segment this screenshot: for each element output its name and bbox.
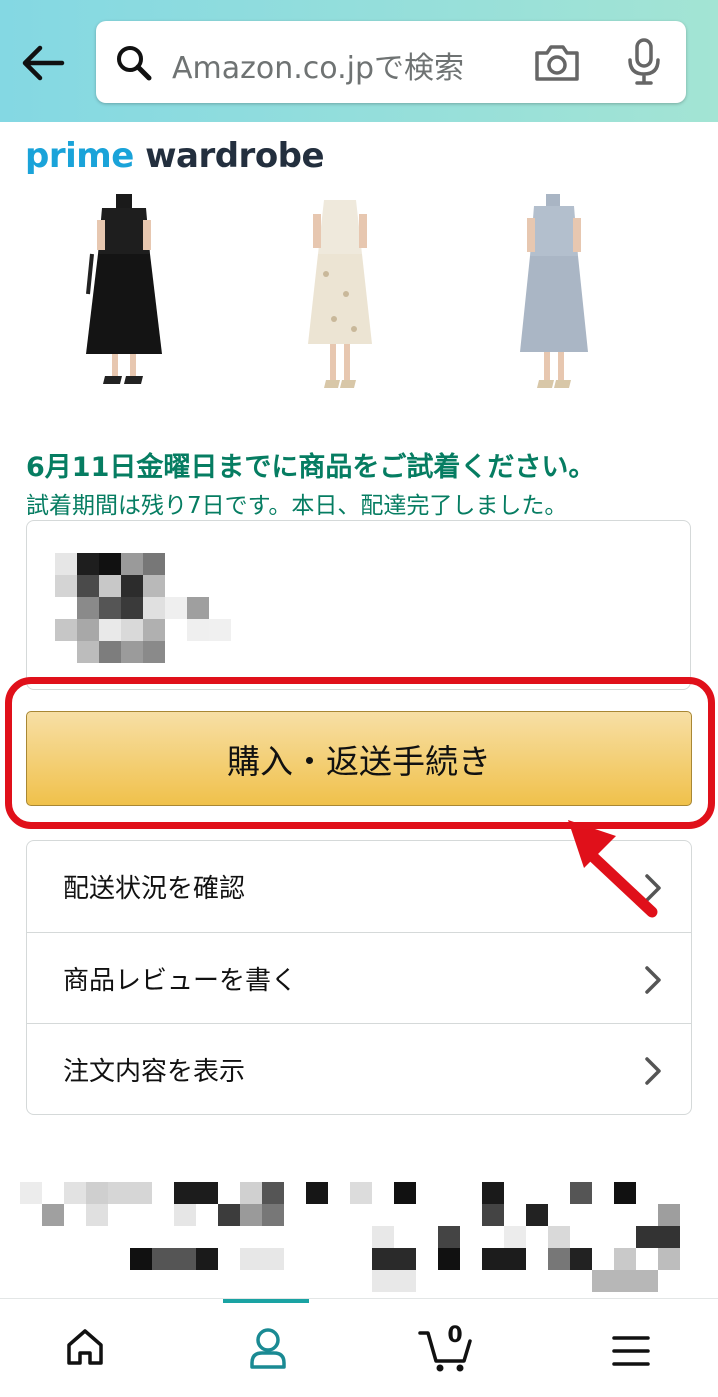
redacted-content-area	[0, 1160, 718, 1300]
home-icon	[67, 1329, 103, 1365]
camera-icon[interactable]	[532, 43, 582, 83]
chevron-right-icon	[645, 966, 661, 994]
product-image-floral-dress[interactable]	[304, 194, 376, 394]
nav-home[interactable]	[40, 1299, 130, 1397]
nav-cart[interactable]: 0	[408, 1299, 498, 1397]
cart-count: 0	[447, 1323, 463, 1348]
microphone-icon[interactable]	[626, 37, 662, 87]
search-input[interactable]: Amazon.co.jpで検索	[96, 21, 686, 103]
product-image-blue-dress[interactable]	[514, 194, 594, 392]
option-label: 配送状況を確認	[63, 874, 246, 904]
bottom-navigation: 0	[0, 1298, 718, 1397]
product-image-black-dress[interactable]	[80, 194, 170, 389]
annotation-highlight-frame	[5, 677, 715, 829]
nav-account[interactable]	[223, 1299, 313, 1397]
logo-prime-text: prime	[25, 136, 134, 176]
header-bar: Amazon.co.jpで検索	[0, 0, 718, 122]
logo-wardrobe-text: wardrobe	[145, 136, 325, 176]
back-arrow-icon[interactable]	[18, 40, 68, 86]
active-tab-indicator	[223, 1299, 309, 1303]
hamburger-menu-icon	[612, 1336, 650, 1366]
option-write-review[interactable]: 商品レビューを書く	[27, 932, 691, 1023]
nav-menu[interactable]	[586, 1299, 676, 1397]
chevron-right-icon	[645, 1057, 661, 1085]
try-on-period: 試着期間は残り7日です。本日、配達完了しました。	[26, 493, 568, 519]
search-icon	[114, 43, 154, 83]
option-label: 商品レビューを書く	[63, 965, 298, 996]
order-item-card	[26, 520, 691, 690]
search-placeholder: Amazon.co.jpで検索	[172, 51, 465, 86]
option-view-order[interactable]: 注文内容を表示	[27, 1023, 691, 1114]
annotation-arrow-icon	[568, 820, 658, 918]
try-on-deadline: 6月11日金曜日までに商品をご試着ください。	[26, 452, 596, 483]
user-icon	[250, 1328, 286, 1369]
option-label: 注文内容を表示	[63, 1056, 246, 1087]
prime-wardrobe-logo: prime wardrobe	[25, 136, 325, 176]
